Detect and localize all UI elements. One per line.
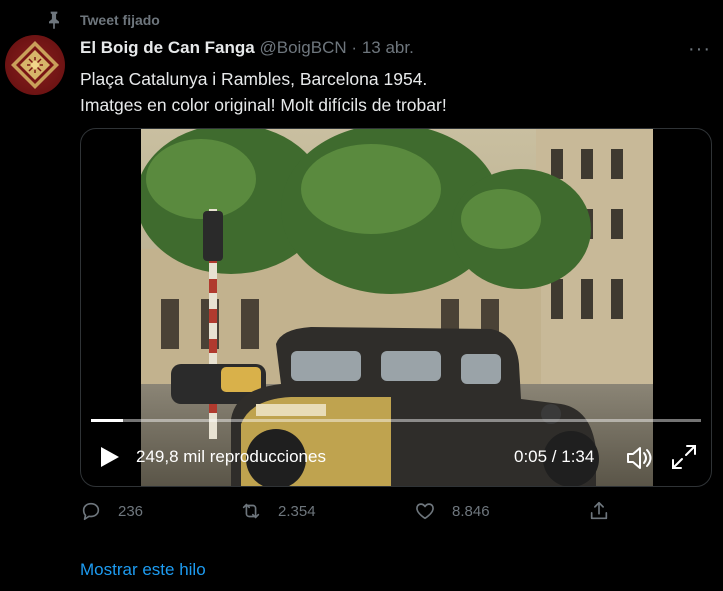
video-controls: 249,8 mil reproducciones 0:05 / 1:34 (81, 439, 711, 475)
tweet-text-line: Imatges en color original! Molt difícils… (80, 95, 447, 115)
show-thread-link[interactable]: Mostrar este hilo (80, 560, 206, 580)
pin-icon (49, 11, 59, 30)
tweet-text-line: Plaça Catalunya i Rambles, Barcelona 195… (80, 69, 428, 89)
pinned-label: Tweet fijado (80, 12, 160, 28)
tweet-date[interactable]: 13 abr. (362, 38, 414, 57)
separator-dot: · (351, 38, 358, 57)
video-player[interactable]: 249,8 mil reproducciones 0:05 / 1:34 (80, 128, 712, 487)
share-icon (590, 501, 608, 520)
heart-icon (416, 503, 434, 520)
view-count: 249,8 mil reproducciones (136, 447, 326, 466)
share-button[interactable] (588, 500, 626, 522)
like-button[interactable]: 8.846 (414, 500, 490, 522)
video-frame[interactable] (141, 129, 653, 486)
reply-icon (82, 502, 100, 521)
play-icon[interactable] (99, 445, 121, 469)
like-count: 8.846 (452, 502, 490, 520)
author-name[interactable]: El Boig de Can Fanga (80, 38, 255, 57)
video-time: 0:05 / 1:34 (514, 447, 595, 466)
tweet-text: Plaça Catalunya i Rambles, Barcelona 195… (80, 66, 700, 118)
pinned-indicator: Tweet fijado (44, 10, 160, 30)
reply-button[interactable]: 236 (80, 500, 143, 522)
retweet-icon (242, 503, 260, 519)
avatar[interactable] (5, 35, 65, 95)
volume-icon[interactable] (625, 445, 653, 471)
video-progress-fill (91, 419, 124, 422)
retweet-button[interactable]: 2.354 (240, 500, 316, 522)
reply-count: 236 (118, 502, 144, 520)
video-progress-bar[interactable] (91, 419, 701, 422)
author-handle[interactable]: @BoigBCN (259, 38, 346, 57)
tweet-header: El Boig de Can Fanga @BoigBCN · 13 abr. (80, 38, 414, 58)
tweet-actions: 236 2.354 8.846 (80, 500, 640, 528)
fullscreen-icon[interactable] (671, 444, 697, 470)
retweet-count: 2.354 (278, 502, 316, 520)
more-options-icon[interactable]: ··· (688, 38, 711, 61)
